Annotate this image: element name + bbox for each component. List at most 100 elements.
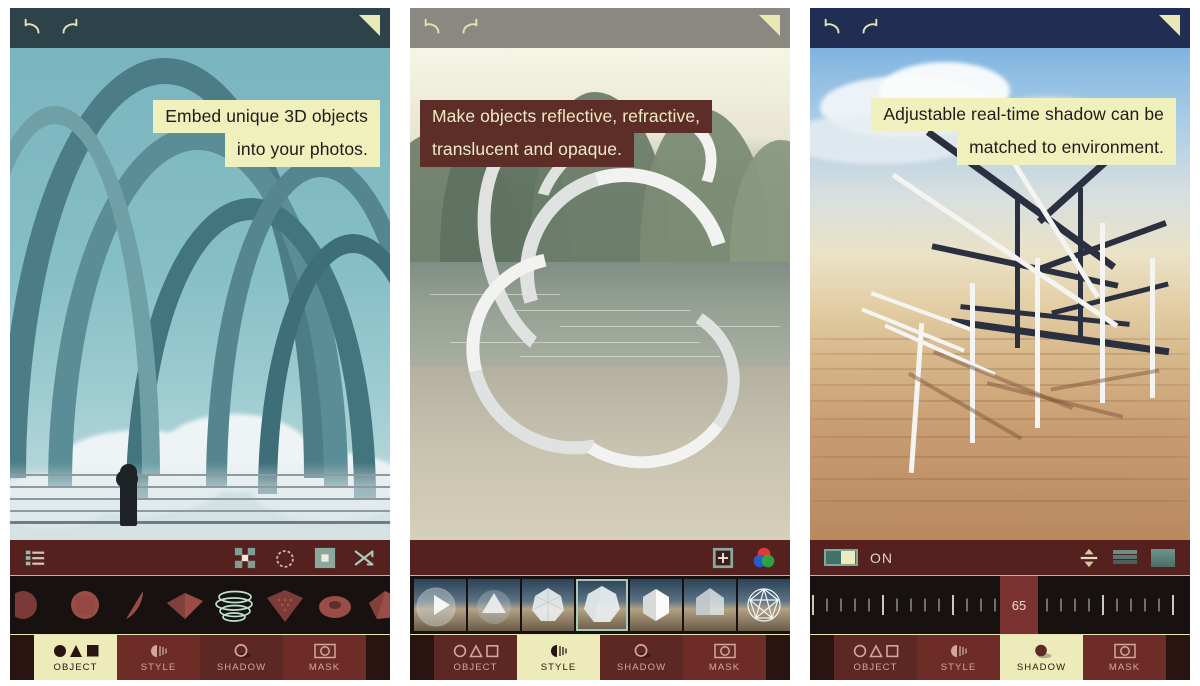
- option-bar-style: [410, 540, 790, 576]
- tab-label: SHADOW: [616, 662, 667, 673]
- tab-shadow[interactable]: SHADOW: [1000, 635, 1083, 680]
- color-wheel-icon[interactable]: [752, 546, 776, 570]
- tab-label: SHADOW: [1016, 662, 1067, 673]
- toggle-knob: [841, 551, 855, 564]
- tab-bar-style[interactable]: OBJECT STYLE SHADOW MASK: [410, 634, 790, 680]
- move-icon[interactable]: [234, 547, 256, 569]
- object-thumb-rings[interactable]: [210, 582, 260, 628]
- style-thumb-translucent-sphere[interactable]: [576, 579, 628, 631]
- style-thumb-glass-pyramid[interactable]: [468, 579, 520, 631]
- object-thumbnail-strip[interactable]: [10, 576, 390, 634]
- undo-redo-group[interactable]: [822, 17, 880, 39]
- phone-frame-style: Make objects reflective, refractive, tra…: [410, 8, 790, 680]
- tab-style[interactable]: STYLE: [117, 635, 200, 680]
- panel-shadow: Adjustable real-time shadow can be match…: [800, 0, 1200, 686]
- tab-object[interactable]: OBJECT: [834, 635, 917, 680]
- circle-shadow-icon: [630, 642, 654, 659]
- style-thumb-opaque-white[interactable]: [630, 579, 682, 631]
- add-icon[interactable]: [712, 547, 734, 569]
- object-thumb-sphere[interactable]: [60, 582, 110, 628]
- style-thumb-mirror-cone[interactable]: [414, 579, 466, 631]
- redo-icon[interactable]: [458, 17, 480, 39]
- corner-flag-icon[interactable]: [359, 15, 380, 36]
- tab-mask[interactable]: MASK: [283, 635, 366, 680]
- shadow-toggle-label: ON: [870, 549, 893, 566]
- sphere-shading-icon: [946, 642, 972, 659]
- undo-redo-group[interactable]: [422, 17, 480, 39]
- tab-shadow[interactable]: SHADOW: [600, 635, 683, 680]
- panel-object: Embed unique 3D objects into your photos…: [0, 0, 400, 686]
- object-thumb-sphere-partial[interactable]: [10, 582, 60, 628]
- object-thumb-mesh-cone[interactable]: [260, 582, 310, 628]
- caption-shadow: Adjustable real-time shadow can be match…: [871, 98, 1176, 165]
- corner-flag-icon[interactable]: [1159, 15, 1180, 36]
- tab-style[interactable]: STYLE: [517, 635, 600, 680]
- shadow-angle-value[interactable]: 65: [1000, 576, 1038, 634]
- top-toolbar: [810, 8, 1190, 48]
- corner-flag-icon[interactable]: [759, 15, 780, 36]
- object-thumb-torus[interactable]: [310, 582, 360, 628]
- height-adjust-icon[interactable]: [1078, 547, 1100, 569]
- list-icon[interactable]: [24, 547, 46, 569]
- tab-bar-shadow[interactable]: OBJECT STYLE SHADOW MASK: [810, 634, 1190, 680]
- style-thumb-frosted-polyhedron[interactable]: [522, 579, 574, 631]
- object-thumb-lens[interactable]: [110, 582, 160, 628]
- tab-label: OBJECT: [453, 662, 498, 673]
- caption-object: Embed unique 3D objects into your photos…: [153, 100, 380, 167]
- tab-mask[interactable]: MASK: [1083, 635, 1166, 680]
- mask-frame-icon: [313, 642, 336, 659]
- tab-label: SHADOW: [216, 662, 267, 673]
- scale-icon[interactable]: [314, 547, 336, 569]
- object-thumb-pyramid[interactable]: [160, 582, 210, 628]
- caption-line: Embed unique 3D objects: [153, 100, 380, 134]
- tab-shadow[interactable]: SHADOW: [200, 635, 283, 680]
- photo-canvas-object[interactable]: Embed unique 3D objects into your photos…: [10, 48, 390, 540]
- softness-icon[interactable]: [1112, 547, 1138, 569]
- phone-frame-object: Embed unique 3D objects into your photos…: [10, 8, 390, 680]
- shuffle-icon[interactable]: [354, 547, 376, 569]
- tab-bar-object[interactable]: OBJECT STYLE SHADOW MASK: [10, 634, 390, 680]
- tab-object[interactable]: OBJECT: [34, 635, 117, 680]
- shapes-filled-icon: [53, 642, 99, 659]
- tab-label: OBJECT: [53, 662, 98, 673]
- tab-style[interactable]: STYLE: [917, 635, 1000, 680]
- mask-frame-icon: [713, 642, 736, 659]
- tab-label: MASK: [708, 662, 741, 673]
- tab-mask[interactable]: MASK: [683, 635, 766, 680]
- tab-label: MASK: [308, 662, 341, 673]
- rotate-icon[interactable]: [274, 547, 296, 569]
- redo-icon[interactable]: [58, 17, 80, 39]
- caption-line: matched to environment.: [957, 131, 1176, 165]
- caption-line: Adjustable real-time shadow can be: [871, 98, 1176, 132]
- undo-icon[interactable]: [822, 17, 844, 39]
- style-thumb-matte-grey[interactable]: [684, 579, 736, 631]
- undo-icon[interactable]: [422, 17, 444, 39]
- tab-label: STYLE: [140, 662, 177, 673]
- shapes-outline-icon: [853, 642, 899, 659]
- object-thumb-polyhedron[interactable]: [360, 582, 390, 628]
- circle-shadow-icon: [230, 642, 254, 659]
- top-toolbar: [410, 8, 790, 48]
- photo-canvas-shadow[interactable]: Adjustable real-time shadow can be match…: [810, 48, 1190, 540]
- shadow-toggle[interactable]: [824, 549, 858, 566]
- photo-canvas-style[interactable]: Make objects reflective, refractive, tra…: [410, 48, 790, 540]
- shadow-angle-slider[interactable]: 65: [810, 576, 1190, 634]
- undo-icon[interactable]: [22, 17, 44, 39]
- caption-line: into your photos.: [224, 133, 380, 167]
- caption-style: Make objects reflective, refractive, tra…: [420, 100, 713, 167]
- shapes-outline-icon: [453, 642, 499, 659]
- top-toolbar: [10, 8, 390, 48]
- style-thumbnail-strip[interactable]: [410, 576, 790, 634]
- screenshot-gallery: Embed unique 3D objects into your photos…: [0, 0, 1200, 686]
- redo-icon[interactable]: [858, 17, 880, 39]
- opacity-swatch-icon[interactable]: [1150, 547, 1176, 569]
- undo-redo-group[interactable]: [22, 17, 80, 39]
- option-bar-object: [10, 540, 390, 576]
- style-thumb-wireframe[interactable]: [738, 579, 790, 631]
- caption-line: translucent and opaque.: [420, 133, 635, 167]
- tab-label: STYLE: [540, 662, 577, 673]
- tab-object[interactable]: OBJECT: [434, 635, 517, 680]
- tab-edge-left: [410, 635, 434, 680]
- tab-label: MASK: [1108, 662, 1141, 673]
- shadow-filled-icon: [1030, 642, 1054, 659]
